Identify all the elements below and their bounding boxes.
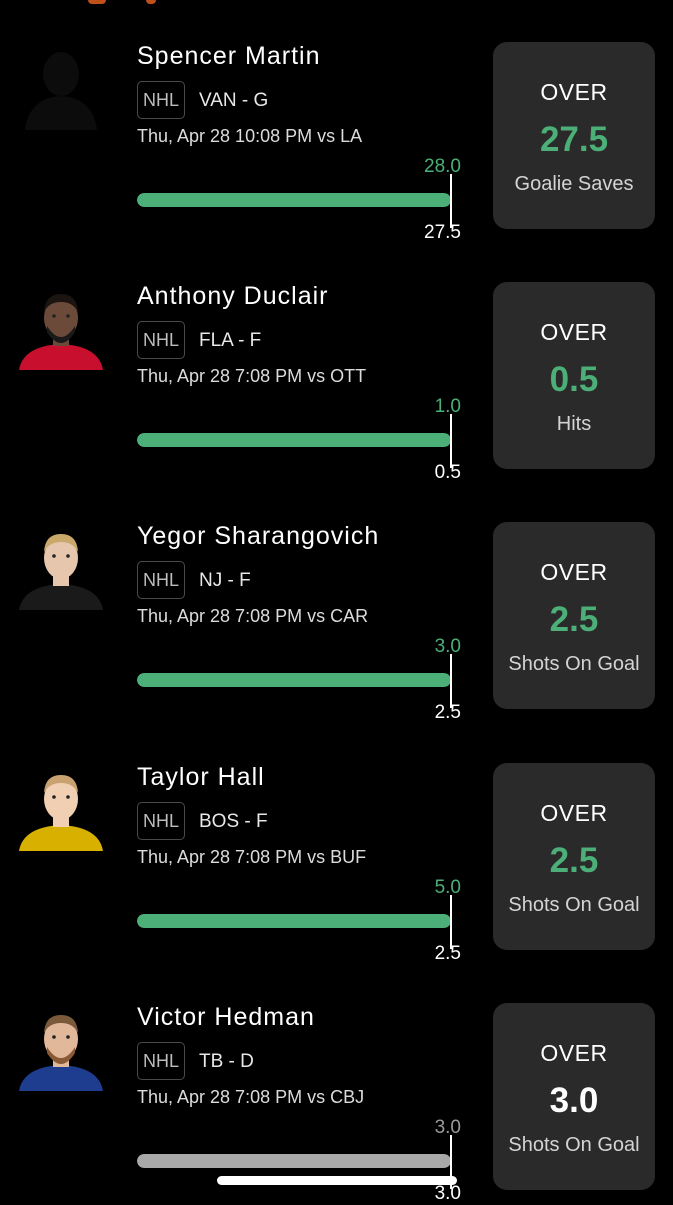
line-marker	[450, 654, 452, 708]
progress-bar	[137, 1154, 451, 1168]
pick-card[interactable]: OVER 2.5 Shots On Goal	[493, 522, 655, 709]
league-badge: NHL	[137, 561, 185, 599]
league-badge: NHL	[137, 321, 185, 359]
player-headshot-icon	[17, 526, 105, 610]
pick-stat-type: Shots On Goal	[508, 1134, 640, 1156]
game-info: Thu, Apr 28 10:08 PM vs LA	[137, 126, 363, 146]
pick-card[interactable]: OVER 3.0 Shots On Goal	[493, 1003, 655, 1190]
pick-direction: OVER	[540, 79, 608, 105]
progress-bar	[137, 433, 451, 447]
progress-bar-fill	[137, 193, 451, 207]
team-position: TB - D	[199, 1051, 254, 1072]
player-name: Spencer Martin	[137, 42, 321, 70]
line-value-label: 3.0	[434, 1183, 461, 1204]
silhouette-avatar-icon	[17, 46, 105, 130]
line-marker	[450, 895, 452, 949]
game-info: Thu, Apr 28 7:08 PM vs CBJ	[137, 1087, 365, 1107]
pick-stat-type: Hits	[556, 413, 592, 435]
progress-bar-fill	[137, 1154, 451, 1168]
line-marker	[450, 174, 452, 228]
progress-bar	[137, 914, 451, 928]
pick-stat-type: Shots On Goal	[508, 653, 640, 675]
player-name: Yegor Sharangovich	[137, 522, 380, 550]
actual-value-label: 3.0	[434, 1117, 461, 1138]
actual-value-label: 3.0	[434, 636, 461, 657]
player-name: Anthony Duclair	[137, 282, 329, 310]
player-headshot-icon	[17, 1007, 105, 1091]
pick-line-value: 27.5	[539, 120, 609, 159]
home-indicator[interactable]	[217, 1176, 457, 1185]
league-badge: NHL	[137, 81, 185, 119]
league-badge: NHL	[137, 802, 185, 840]
team-position: VAN - G	[199, 90, 269, 111]
pick-direction: OVER	[540, 319, 608, 345]
pick-line-value: 0.5	[549, 360, 599, 399]
line-value-label: 0.5	[434, 462, 461, 483]
pick-line-value: 3.0	[549, 1081, 599, 1120]
line-marker	[450, 414, 452, 468]
league-badge: NHL	[137, 1042, 185, 1080]
cutoff-mark	[88, 0, 106, 4]
team-position: BOS - F	[199, 811, 268, 832]
pick-line-value: 2.5	[549, 600, 599, 639]
progress-bar	[137, 673, 451, 687]
actual-value-label: 1.0	[434, 396, 461, 417]
game-info: Thu, Apr 28 7:08 PM vs OTT	[137, 366, 367, 386]
pick-direction: OVER	[540, 800, 608, 826]
pick-direction: OVER	[540, 559, 608, 585]
player-pick-row[interactable]: Spencer Martin NHL VAN - G Thu, Apr 28 10:0…	[0, 42, 673, 243]
player-pick-row[interactable]: Victor Hedman NHL TB - D Thu, Apr 28 7:08 P…	[0, 1003, 673, 1204]
cutoff-mark	[146, 0, 156, 4]
game-info: Thu, Apr 28 7:08 PM vs BUF	[137, 847, 367, 867]
pick-card[interactable]: OVER 2.5 Shots On Goal	[493, 763, 655, 950]
pick-stat-type: Shots On Goal	[508, 894, 640, 916]
player-pick-row[interactable]: Anthony Duclair NHL FLA - F Thu, Apr 28 7:0…	[0, 282, 673, 483]
pick-direction: OVER	[540, 1040, 608, 1066]
progress-bar-fill	[137, 673, 451, 687]
player-pick-row[interactable]: Taylor Hall NHL BOS - F Thu, Apr 28 7:08 PM…	[0, 763, 673, 964]
pick-stat-type: Goalie Saves	[514, 173, 634, 195]
top-cutoff-decoration	[0, 0, 673, 8]
pick-card[interactable]: OVER 27.5 Goalie Saves	[493, 42, 655, 229]
team-position: FLA - F	[199, 330, 262, 351]
actual-value-label: 5.0	[434, 877, 461, 898]
line-value-label: 2.5	[434, 943, 461, 964]
player-headshot-icon	[17, 767, 105, 851]
player-headshot-icon	[17, 286, 105, 370]
game-info: Thu, Apr 28 7:08 PM vs CAR	[137, 606, 369, 626]
player-pick-row[interactable]: Yegor Sharangovich NHL NJ - F Thu, Apr 28 7…	[0, 522, 673, 723]
actual-value-label: 28.0	[424, 156, 461, 177]
progress-bar-fill	[137, 433, 451, 447]
player-name: Taylor Hall	[137, 763, 265, 791]
line-value-label: 27.5	[424, 222, 461, 243]
player-name: Victor Hedman	[137, 1003, 315, 1031]
progress-bar	[137, 193, 451, 207]
pick-card[interactable]: OVER 0.5 Hits	[493, 282, 655, 469]
line-value-label: 2.5	[434, 702, 461, 723]
progress-bar-fill	[137, 914, 451, 928]
team-position: NJ - F	[199, 570, 251, 591]
pick-line-value: 2.5	[549, 841, 599, 880]
